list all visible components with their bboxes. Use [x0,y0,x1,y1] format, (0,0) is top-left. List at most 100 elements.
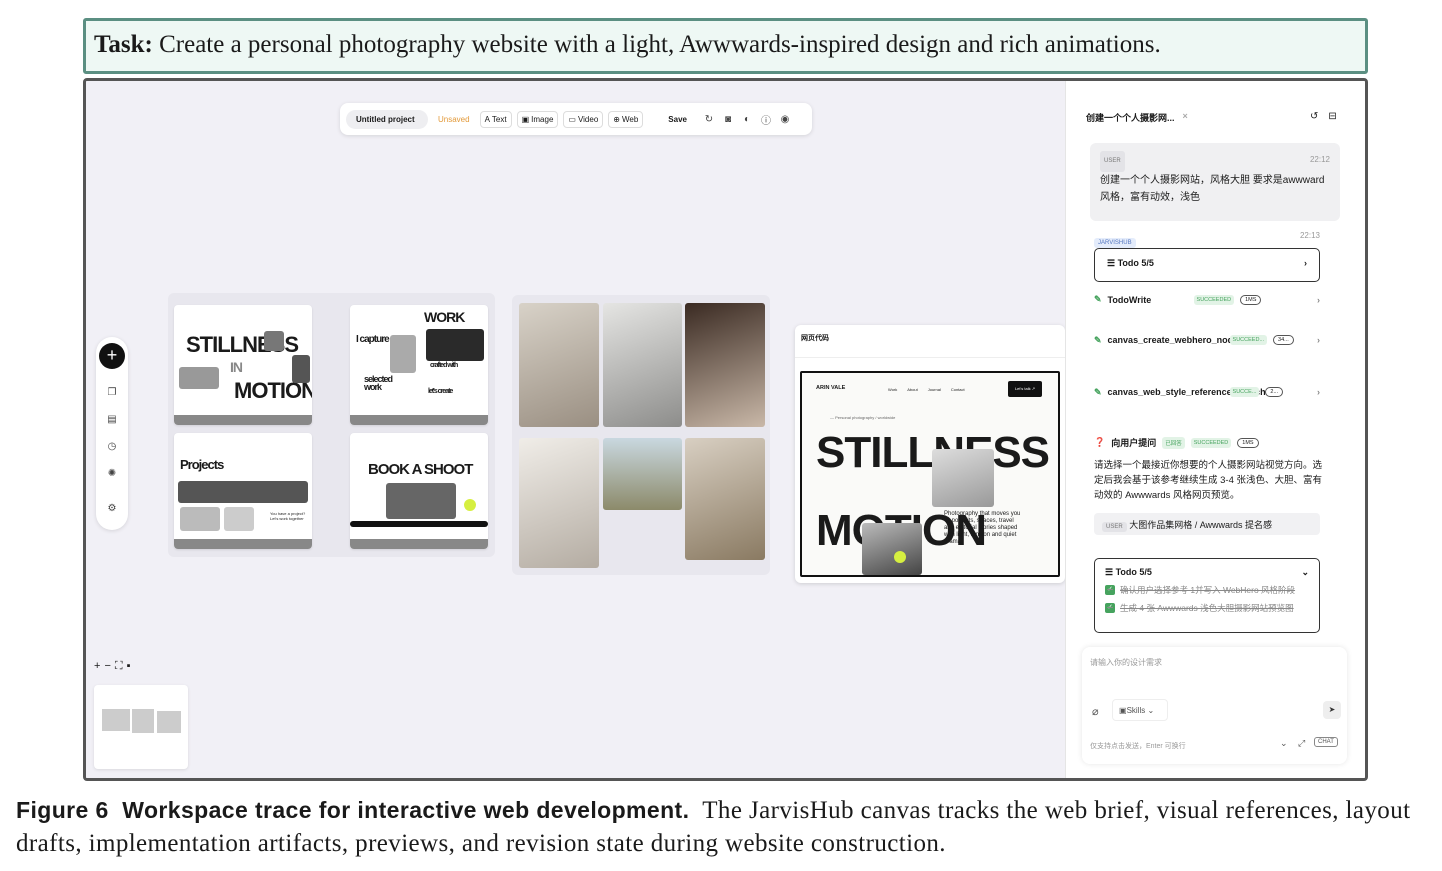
reference-photo[interactable] [685,303,765,427]
draft-title-create: let's create [428,388,453,395]
status-badge: SUCCEED... [1229,335,1268,345]
close-icon[interactable]: × [1183,111,1188,124]
refresh-icon[interactable]: ↻ [702,114,716,125]
draft-photo [264,331,284,351]
new-chat-icon[interactable]: ⊟ [1328,111,1336,122]
github-icon[interactable]: ◉ [778,114,792,125]
preview-nav-item[interactable]: About [907,387,917,392]
task-banner: Task: Create a personal photography webs… [83,18,1368,74]
figure-caption: Figure 6 Workspace trace for interactive… [16,794,1428,860]
tool-icon: ✎ [1094,386,1102,397]
video-button[interactable]: ▭ Video [563,110,604,128]
draft-card-stillness[interactable]: STILLNESS IN MOTION [174,305,312,425]
draft-photo [426,329,484,361]
preview-nav-item[interactable]: Work [888,387,897,392]
reference-group[interactable] [512,295,770,575]
list-icon: ☰ [1107,258,1118,268]
project-name[interactable]: Untitled project [346,109,428,129]
fit-view-icon[interactable]: ⛶ [115,660,123,673]
zoom-in-icon[interactable]: + [94,660,100,672]
chevron-right-icon: › [1317,335,1320,345]
card-caption-bar [174,539,312,549]
theme-icon[interactable]: ◐ [740,114,754,125]
canvas[interactable]: Untitled project Unsaved A Text ▣ Image ▭ V… [86,81,1065,778]
reference-photo[interactable] [519,438,599,568]
web-button-label: Web [621,114,639,124]
todo-summary[interactable]: ☰ Todo 5/5 › [1094,248,1320,282]
ask-user-row[interactable]: ❓ 向用户提问 已回答 SUCCEEDED 1MS [1094,436,1320,449]
draft-card-book[interactable]: BOOK A SHOOT [350,433,488,549]
image-button[interactable]: ▣ Image [516,110,559,128]
tool-call-row[interactable]: ✎ canvas_create_webhero_node SUCCEED... 34.… [1094,333,1320,347]
todo-label: Todo 5/5 [1117,258,1154,268]
film-icon[interactable]: ▤ [105,414,119,428]
minimap-node [102,709,130,731]
draft-card-icapture[interactable]: I capture WORK selected work crafted wit… [350,305,488,425]
card-caption-bar [350,539,488,549]
save-button[interactable]: Save [648,115,697,124]
tool-icon: ✎ [1094,294,1102,304]
zoom-controls: + − ⛶ ▪ [94,659,154,673]
preview-nav-item[interactable]: Contact [951,387,965,392]
preview-hero-photo [932,449,994,507]
figure-title: Workspace trace for interactive web deve… [122,797,690,823]
add-node-button[interactable]: + [99,343,125,369]
chat-input[interactable]: 请输入你的设计需求 [1090,657,1162,668]
chat-title[interactable]: 创建一个个人摄影网... [1086,111,1175,124]
assistant-header: JARVISHUB 22:13 [1094,231,1320,249]
preview-viewport[interactable]: ARIN VALE Work About Journal Contact Let's … [800,371,1060,577]
skills-label: Skills [1126,706,1146,715]
skills-icon: ▣ [1119,706,1127,715]
zoom-out-icon[interactable]: − [104,660,110,672]
draft-photo [292,355,310,383]
todo-item-text: 确认用户选择参考 1并写入 WebHero 风格阶段 [1120,585,1296,595]
draft-photo [224,507,254,531]
web-button[interactable]: ⊕ Web [608,110,644,128]
preview-tagline: — Personal photography / worldwide [830,415,896,420]
preview-cta-button[interactable]: Let's talk ↗ [1008,381,1042,397]
skills-dropdown[interactable]: ▣Skills ⌄ [1112,699,1168,721]
camera-icon[interactable]: ◙ [721,114,735,125]
check-icon: ✓ [1105,585,1115,595]
draft-title-selected: selected work [364,374,393,393]
attachment-icon[interactable]: ⌀ [1092,705,1099,718]
layers-icon[interactable]: ❐ [105,387,119,401]
draft-card-projects[interactable]: Projects You have a project? Let's work … [174,433,312,549]
draft-title-projects: Projects [180,457,224,472]
reference-photo[interactable] [519,303,599,427]
chat-mode-badge[interactable]: CHAT [1314,737,1338,747]
chevron-down-icon[interactable]: ⌄ [1280,738,1288,749]
web-preview-node[interactable]: 网页代码 ARIN VALE Work About Journal Contact L… [795,325,1065,583]
preview-nav-item[interactable]: Journal [928,387,941,392]
reference-photo[interactable] [603,438,682,510]
minimap-node [132,709,154,733]
tool-call-row[interactable]: ✎ TodoWrite SUCCEEDED 1MS › [1094,294,1320,305]
history-icon[interactable]: ◷ [105,441,119,455]
text-button[interactable]: A Text [479,110,512,128]
reference-photo[interactable] [603,303,682,427]
duration-badge: 1MS [1240,294,1262,305]
preview-motion-photo [862,523,922,575]
user-reply: USER 大图作品集网格 / Awwwards 提名感 [1094,513,1320,535]
lock-icon[interactable]: ▪ [127,660,131,672]
status-badge: SUCCE... [1229,387,1260,397]
tool-call-row[interactable]: ✎ canvas_web_style_reference_search SUCCE.… [1094,385,1320,399]
chat-panel: 创建一个个人摄影网... × ↺ ⊟ USER 22:12 创建一个个人摄影网站，风格… [1065,81,1365,778]
expand-icon[interactable]: ⤢ [1298,738,1305,749]
todo-item: ✓ 生成 4 张 Awwwards 浅色大胆摄影网站预览图 [1105,602,1309,614]
help-icon[interactable]: ⓘ [759,112,773,127]
minimap[interactable] [94,685,188,769]
history-icon[interactable]: ↺ [1310,111,1318,122]
draft-title-in: IN [230,359,243,375]
draft-group[interactable]: STILLNESS IN MOTION I capture WORK selec… [168,293,495,557]
todo-label: Todo 5/5 [1115,567,1152,577]
send-button[interactable]: ➤ [1323,701,1341,719]
minimap-node [157,711,181,733]
settings-icon[interactable]: ⚙ [105,503,119,517]
reference-photo[interactable] [685,438,765,560]
chevron-right-icon: › [1304,258,1307,268]
assistant-tag: JARVISHUB [1094,238,1136,248]
input-hint: 仅支持点击发送，Enter 可换行 [1090,743,1186,750]
todo-expanded[interactable]: ☰ Todo 5/5 ⌄ ✓ 确认用户选择参考 1并写入 WebHero 风格阶段 … [1094,558,1320,633]
brain-icon[interactable]: ✺ [105,468,119,482]
